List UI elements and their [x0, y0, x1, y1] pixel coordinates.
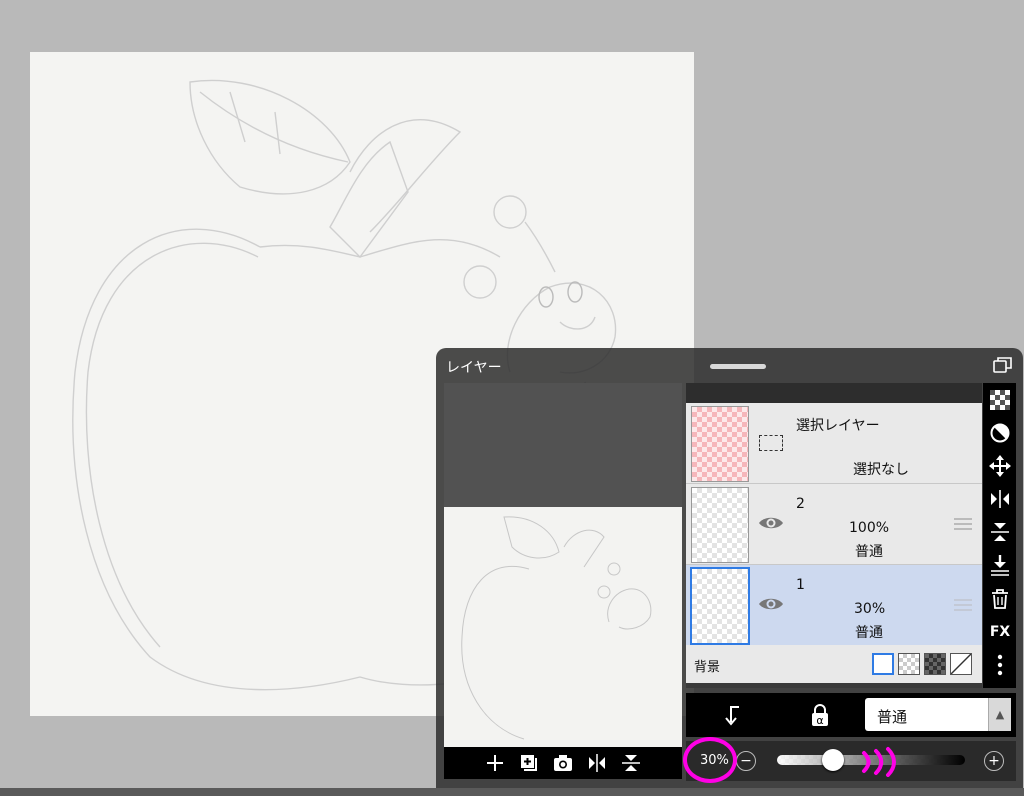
drag-handle-icon[interactable]	[954, 517, 972, 531]
background-row: 背景	[686, 645, 982, 683]
blend-mode-row: α 普通 ▲	[686, 693, 1016, 737]
dropdown-arrow-icon: ▲	[988, 698, 1011, 731]
flip-vertical-icon	[991, 523, 1009, 541]
window-toggle-icon[interactable]	[993, 356, 1013, 374]
layer-thumbnail	[691, 406, 749, 482]
layer-thumbnail	[691, 487, 749, 563]
add-layer-button[interactable]	[483, 751, 507, 775]
layer-name: 1	[796, 577, 805, 593]
layer-list-header	[686, 383, 982, 403]
eye-icon[interactable]	[758, 595, 784, 613]
annotation-circle	[683, 737, 737, 783]
bg-swatch-transparent[interactable]	[898, 653, 920, 675]
bg-swatch-none[interactable]	[950, 653, 972, 675]
clip-arrow-icon[interactable]	[719, 704, 745, 728]
merge-down-button[interactable]	[987, 552, 1013, 578]
blend-mode-value: 普通	[877, 708, 908, 726]
bottom-strip	[0, 788, 1024, 796]
duplicate-layer-button[interactable]	[517, 751, 541, 775]
drag-handle-icon[interactable]	[954, 598, 972, 612]
annotation-arcs	[862, 747, 896, 777]
move-icon	[989, 455, 1011, 477]
panel-grab-handle[interactable]	[710, 364, 766, 369]
layer-list: 選択レイヤー 選択なし 2 100% 普通 1 30% 普通 背景	[686, 383, 982, 688]
transparency-lock-button[interactable]	[987, 387, 1013, 413]
clip-circle-icon	[990, 423, 1010, 443]
checker-icon	[990, 390, 1010, 410]
panel-title: レイヤー	[446, 360, 502, 376]
preview-toolbar	[444, 747, 682, 779]
bg-swatch-dark[interactable]	[924, 653, 946, 675]
more-icon	[997, 654, 1003, 676]
layer-preview	[444, 383, 682, 747]
eye-icon[interactable]	[758, 514, 784, 532]
fx-button[interactable]: FX	[987, 619, 1013, 645]
layer-blend-mode: 普通	[855, 544, 883, 560]
plus-icon	[487, 755, 503, 771]
layer-row-1[interactable]: 1 30% 普通	[686, 565, 982, 646]
alpha-lock-icon[interactable]: α	[807, 703, 833, 727]
camera-button[interactable]	[551, 751, 575, 775]
layer-name: 選択レイヤー	[796, 418, 880, 434]
delete-layer-button[interactable]	[987, 586, 1013, 612]
preview-dark-area	[444, 383, 682, 507]
flip-horizontal-button[interactable]	[585, 751, 609, 775]
bg-swatch-white[interactable]	[872, 653, 894, 675]
blend-mode-select[interactable]: 普通 ▲	[865, 698, 1011, 731]
background-label: 背景	[694, 660, 721, 675]
merge-down-icon	[991, 555, 1009, 576]
selection-status: 選択なし	[853, 462, 909, 478]
layer-opacity: 100%	[849, 520, 890, 536]
opacity-decrease-button[interactable]: −	[736, 751, 756, 771]
flip-vertical-button[interactable]	[619, 751, 643, 775]
layer-name: 2	[796, 496, 805, 512]
layer-panel: レイヤー 選択レイヤー 選択なし 2 100% 普通 1 30% 普通 背景 F…	[436, 348, 1023, 788]
diagonal-line-icon	[950, 653, 972, 675]
flip-layer-horizontal-button[interactable]	[987, 486, 1013, 512]
more-button[interactable]	[987, 652, 1013, 678]
clipping-button[interactable]	[987, 420, 1013, 446]
flip-horizontal-icon	[589, 754, 605, 772]
selection-rect-icon	[759, 435, 783, 451]
svg-text:α: α	[816, 714, 823, 727]
move-button[interactable]	[987, 453, 1013, 479]
duplicate-icon	[521, 755, 537, 771]
trash-icon	[992, 589, 1008, 609]
layer-blend-mode: 普通	[855, 625, 883, 641]
opacity-increase-button[interactable]: +	[984, 751, 1004, 771]
layer-row-2[interactable]: 2 100% 普通	[686, 484, 982, 565]
layer-tools-column: FX	[983, 383, 1016, 688]
camera-icon	[554, 755, 572, 771]
flip-vertical-icon	[622, 755, 640, 771]
preview-sketch	[461, 516, 652, 740]
layer-opacity: 30%	[854, 601, 886, 617]
opacity-slider-knob[interactable]	[822, 749, 845, 771]
flip-layer-vertical-button[interactable]	[987, 519, 1013, 545]
layer-thumbnail	[690, 567, 750, 645]
layer-row-selection[interactable]: 選択レイヤー 選択なし	[686, 403, 982, 484]
flip-horizontal-icon	[991, 490, 1009, 508]
